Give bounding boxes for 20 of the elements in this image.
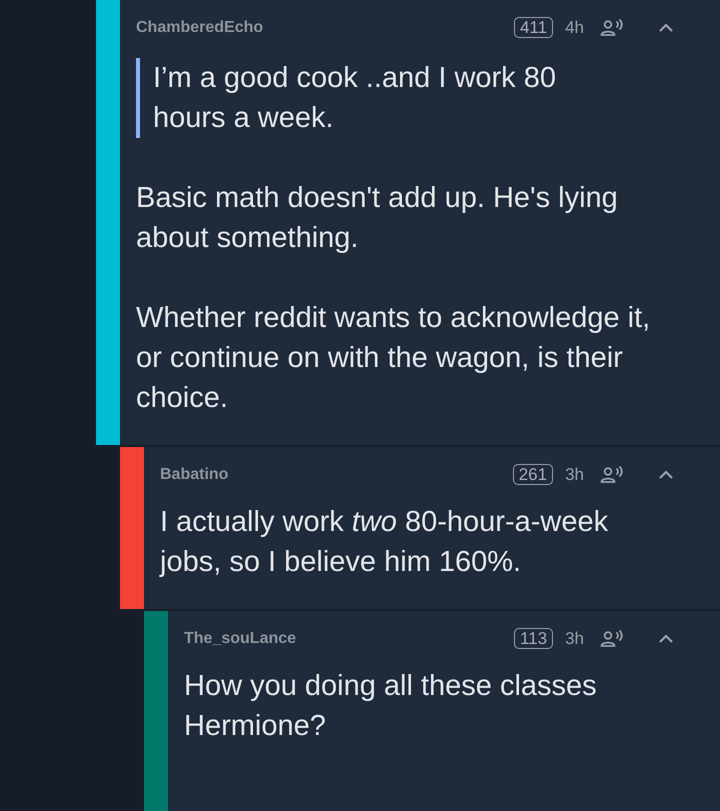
timestamp: 3h [565,464,584,484]
quote-text: I’m a good cook ..and I work 80 hours a week. [136,58,680,138]
collapse-caret-icon[interactable] [658,470,674,480]
comment-text: How you doing all these classes Hermione? [184,669,598,744]
username[interactable]: The_souLance [184,630,514,648]
collapse-caret-icon[interactable] [658,22,674,32]
comment-text: Basic math doesn't add up. He's lying about something. [136,181,619,256]
person-speaking-icon[interactable] [600,18,624,36]
collapse-caret-icon[interactable] [658,634,674,644]
person-speaking-icon[interactable] [600,630,624,648]
comment-text: I actually work two 80-hour-a-week jobs, so I believe him 160%. [160,505,610,580]
username[interactable]: Babatino [160,466,513,484]
person-speaking-icon[interactable] [600,466,624,484]
timestamp: 3h [565,628,584,648]
timestamp: 4h [565,18,584,38]
score-badge: 113 [514,628,554,649]
username[interactable]: ChamberedEcho [136,18,514,36]
score-badge: 261 [512,464,554,485]
comment-text: Whether reddit wants to acknowledge it, or continue on with the wagon, is their choice. [136,301,652,416]
score-badge: 411 [514,17,554,38]
